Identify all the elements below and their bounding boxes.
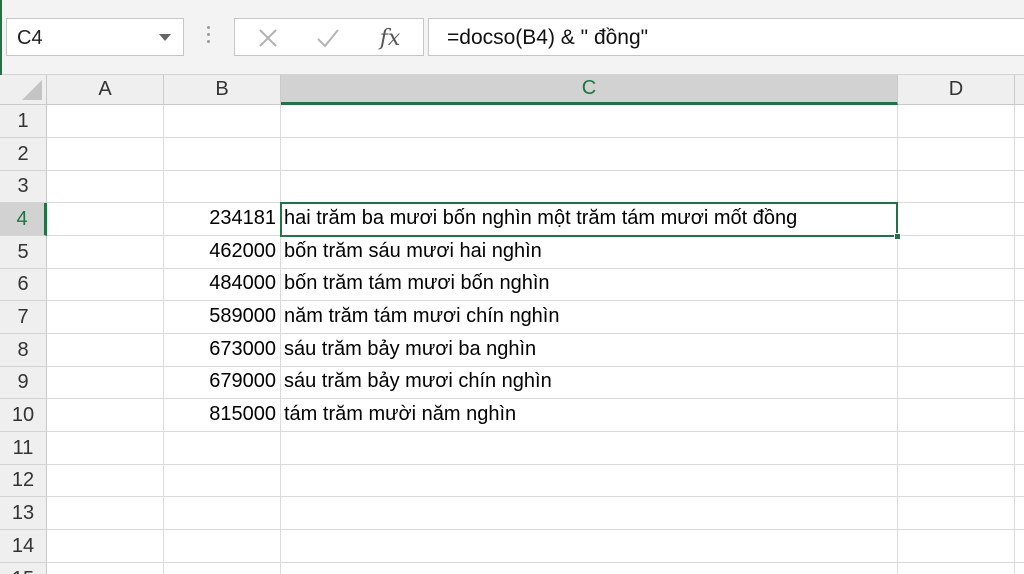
gridline <box>47 333 1024 334</box>
gridline <box>47 300 1024 301</box>
gridline <box>897 105 898 574</box>
row-header-14[interactable]: 14 <box>0 530 47 563</box>
worksheet-grid: A B C D 1 2 3 4 5 6 7 8 9 10 11 12 13 14… <box>0 75 1024 574</box>
gridline <box>47 137 1024 138</box>
row-header-11[interactable]: 11 <box>0 432 47 465</box>
cell-c8[interactable]: sáu trăm bảy mươi ba nghìn <box>284 338 536 361</box>
gridline <box>47 366 1024 367</box>
row-header-5[interactable]: 5 <box>0 236 47 269</box>
cell-c6[interactable]: bốn trăm tám mươi bốn nghìn <box>284 272 550 295</box>
gridline <box>47 202 1024 203</box>
row-header-4[interactable]: 4 <box>0 203 47 236</box>
cell-b10[interactable]: 815000 <box>164 403 276 426</box>
column-header-c[interactable]: C <box>281 75 898 105</box>
gridline <box>280 105 281 574</box>
cancel-button[interactable] <box>245 19 291 57</box>
row-header-3[interactable]: 3 <box>0 171 47 203</box>
checkmark-icon <box>317 29 339 48</box>
formula-input[interactable]: =docso(B4) & " đồng" <box>428 18 1024 56</box>
row-header-1[interactable]: 1 <box>0 105 47 138</box>
gridline <box>47 398 1024 399</box>
name-box-value: C4 <box>17 27 43 49</box>
x-icon <box>259 29 277 47</box>
fx-icon: fx <box>379 25 401 51</box>
row-header-7[interactable]: 7 <box>0 301 47 334</box>
select-all-button[interactable] <box>0 75 47 105</box>
row-header-9[interactable]: 9 <box>0 367 47 399</box>
row-header-2[interactable]: 2 <box>0 138 47 171</box>
cell-b9[interactable]: 679000 <box>164 370 276 393</box>
column-header-a[interactable]: A <box>47 75 164 105</box>
row-header-8[interactable]: 8 <box>0 334 47 367</box>
gridline <box>47 170 1024 171</box>
gridline <box>47 268 1024 269</box>
column-header-d[interactable]: D <box>898 75 1015 105</box>
gridline <box>47 496 1024 497</box>
formula-bar: C4 fx =docso(B4) & " đồng" <box>0 0 1024 75</box>
row-header-6[interactable]: 6 <box>0 269 47 301</box>
formula-value: =docso(B4) & " đồng" <box>447 26 649 49</box>
cell-b7[interactable]: 589000 <box>164 305 276 328</box>
select-all-triangle-icon <box>22 80 42 100</box>
row-header-13[interactable]: 13 <box>0 497 47 530</box>
name-box[interactable]: C4 <box>6 18 184 56</box>
cell-c10[interactable]: tám trăm mười năm nghìn <box>284 403 516 426</box>
gridline <box>47 464 1024 465</box>
enter-button[interactable] <box>305 19 351 57</box>
gridline <box>47 235 1024 236</box>
row-header-10[interactable]: 10 <box>0 399 47 432</box>
window-edge-accent <box>0 0 2 75</box>
cell-b4[interactable]: 234181 <box>164 207 276 230</box>
row-header-15[interactable]: 15 <box>0 563 47 574</box>
column-header-e[interactable] <box>1015 75 1024 105</box>
gridline <box>47 431 1024 432</box>
chevron-down-icon[interactable] <box>159 34 171 41</box>
row-header-12[interactable]: 12 <box>0 465 47 497</box>
cell-c4[interactable]: hai trăm ba mươi bốn nghìn một trăm tám … <box>284 207 797 230</box>
cell-c7[interactable]: năm trăm tám mươi chín nghìn <box>284 305 560 328</box>
formula-buttons: fx <box>234 18 424 56</box>
cell-b6[interactable]: 484000 <box>164 272 276 295</box>
gridline <box>47 529 1024 530</box>
gridline <box>1014 105 1015 574</box>
gridline <box>47 562 1024 563</box>
fill-handle[interactable] <box>894 233 901 240</box>
insert-function-button[interactable]: fx <box>367 19 413 57</box>
cell-area[interactable]: 234181 462000 484000 589000 673000 67900… <box>47 105 1024 574</box>
more-dots-icon[interactable] <box>201 26 215 48</box>
cell-c9[interactable]: sáu trăm bảy mươi chín nghìn <box>284 370 552 393</box>
cell-b5[interactable]: 462000 <box>164 240 276 263</box>
column-header-b[interactable]: B <box>164 75 281 105</box>
cell-c5[interactable]: bốn trăm sáu mươi hai nghìn <box>284 240 542 263</box>
cell-b8[interactable]: 673000 <box>164 338 276 361</box>
